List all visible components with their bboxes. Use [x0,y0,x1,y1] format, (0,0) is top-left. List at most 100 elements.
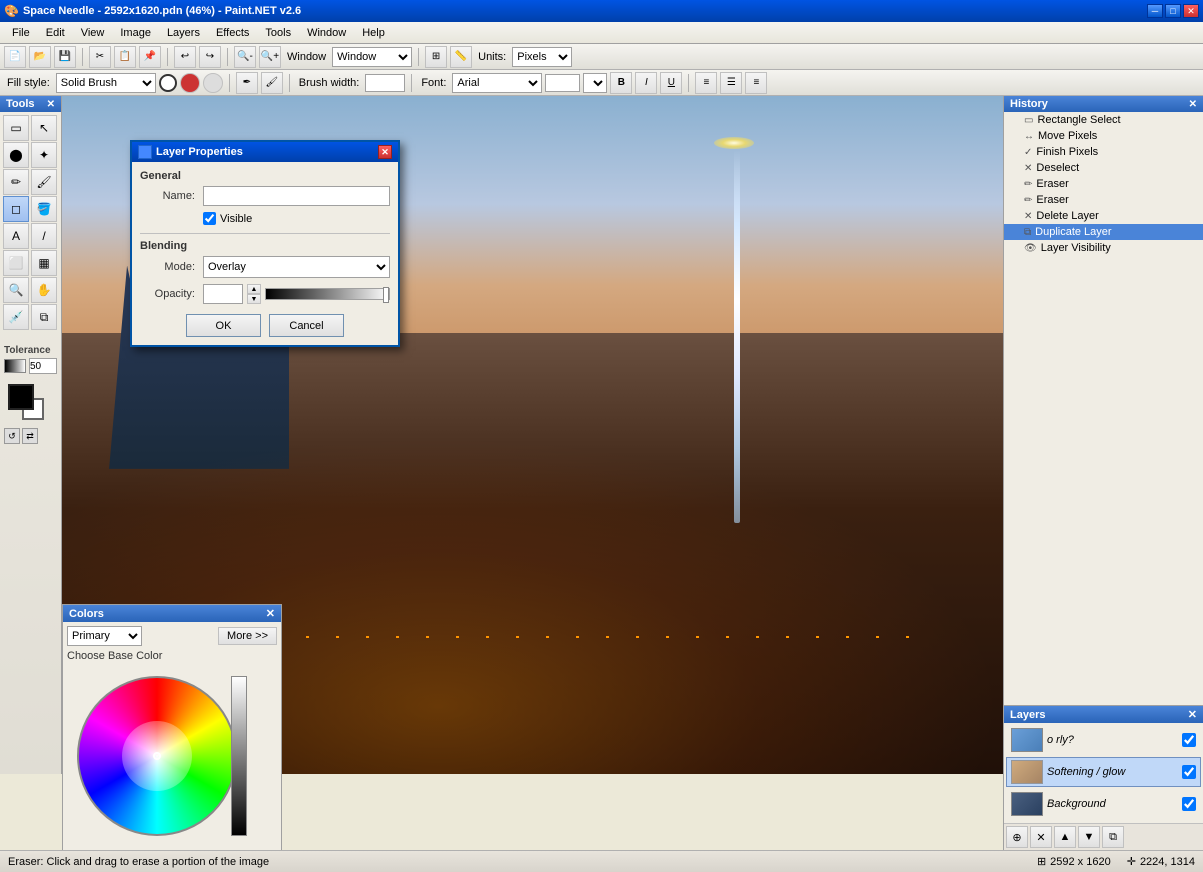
tool-gradient[interactable]: ▦ [31,250,57,276]
add-layer-btn[interactable]: ⊕ [1006,826,1028,848]
align-left-btn[interactable]: ≡ [695,72,717,94]
menu-help[interactable]: Help [354,25,393,41]
fill-options-btn[interactable] [159,74,177,92]
cut-btn[interactable]: ✂ [89,46,111,68]
open-btn[interactable]: 📂 [29,46,51,68]
maximize-btn[interactable]: □ [1165,4,1181,18]
minimize-btn[interactable]: ─ [1147,4,1163,18]
menu-effects[interactable]: Effects [208,25,257,41]
tool-move[interactable]: ↖ [31,115,57,141]
tool-lasso[interactable]: ⬤ [3,142,29,168]
paste-btn[interactable]: 📌 [139,46,161,68]
pen2-btn[interactable]: 🖌 [261,72,283,94]
fill-style-select[interactable]: Solid Brush [56,73,156,93]
tool-line[interactable]: / [31,223,57,249]
layer-item-orly[interactable]: o rly? [1006,725,1201,755]
opacity-up-btn[interactable]: ▲ [247,284,261,294]
menu-layers[interactable]: Layers [159,25,208,41]
layer-visible-orly[interactable] [1182,733,1196,747]
italic-btn[interactable]: I [635,72,657,94]
history-item-deselect[interactable]: ✕ Deselect [1004,160,1203,176]
cancel-button[interactable]: Cancel [269,314,344,337]
history-item-duplicate-layer[interactable]: ⧉ Duplicate Layer [1004,224,1203,240]
name-input[interactable]: Softening / glow [203,186,390,206]
layers-close-btn[interactable]: ✕ [1188,708,1197,721]
color2-btn[interactable] [203,73,223,93]
tool-pencil[interactable]: ✏ [3,169,29,195]
menu-file[interactable]: File [4,25,38,41]
move-layer-down-btn[interactable]: ▼ [1078,826,1100,848]
swap-colors-btn[interactable]: ⇄ [22,428,38,444]
history-close-btn[interactable]: ✕ [1189,99,1197,110]
delete-layer-btn[interactable]: ✕ [1030,826,1052,848]
dialog-close-btn[interactable]: ✕ [378,145,392,159]
history-item-eraser1[interactable]: ✏ Eraser [1004,176,1203,192]
tool-pan[interactable]: ✋ [31,277,57,303]
tolerance-input[interactable] [29,358,57,374]
opacity-input[interactable]: 255 [203,284,243,304]
history-list[interactable]: ▭ Rectangle Select ↔ Move Pixels ✓ Finis… [1004,112,1203,750]
tools-close[interactable]: ✕ [47,99,55,110]
primary-color-swatch[interactable] [8,384,34,410]
menu-view[interactable]: View [73,25,113,41]
brightness-slider[interactable] [231,676,247,836]
color-wheel[interactable] [77,676,237,836]
opacity-slider[interactable] [265,288,390,300]
ok-button[interactable]: OK [186,314,261,337]
history-item-move-pixels[interactable]: ↔ Move Pixels [1004,128,1203,144]
layer-visible-background[interactable] [1182,797,1196,811]
history-item-layer-visibility[interactable]: 👁 Layer Visibility [1004,240,1203,256]
undo-btn[interactable]: ↩ [174,46,196,68]
units-select[interactable]: Pixels [512,47,572,67]
dialog-title-bar[interactable]: Layer Properties ✕ [132,142,398,162]
bold-btn[interactable]: B [610,72,632,94]
tool-fill[interactable]: 🪣 [31,196,57,222]
redo-btn[interactable]: ↪ [199,46,221,68]
tool-eyedropper[interactable]: 💉 [3,304,29,330]
copy-btn[interactable]: 📋 [114,46,136,68]
menu-edit[interactable]: Edit [38,25,73,41]
tool-magic-wand[interactable]: ✦ [31,142,57,168]
reset-colors-btn[interactable]: ↺ [4,428,20,444]
menu-tools[interactable]: Tools [257,25,299,41]
tool-shape[interactable]: ⬜ [3,250,29,276]
tool-text[interactable]: A [3,223,29,249]
pen-btn[interactable]: ✒ [236,72,258,94]
menu-window[interactable]: Window [299,25,354,41]
opacity-down-btn[interactable]: ▼ [247,294,261,304]
mode-select[interactable]: Normal Multiply Screen Overlay Darken Li… [203,256,390,278]
tool-brush[interactable]: 🖌 [31,169,57,195]
tool-clone[interactable]: ⧉ [31,304,57,330]
history-item-rectangle-select[interactable]: ▭ Rectangle Select [1004,112,1203,128]
layer-item-background[interactable]: Background [1006,789,1201,819]
color-wheel-container[interactable] [67,666,247,846]
new-btn[interactable]: 📄 [4,46,26,68]
rulers-btn[interactable]: 📏 [450,46,472,68]
underline-btn[interactable]: U [660,72,682,94]
tool-zoom[interactable]: 🔍 [3,277,29,303]
more-button[interactable]: More >> [218,627,277,645]
menu-image[interactable]: Image [112,25,159,41]
grid-btn[interactable]: ⊞ [425,46,447,68]
primary-select[interactable]: Primary Secondary [67,626,142,646]
close-btn[interactable]: ✕ [1183,4,1199,18]
colors-close-btn[interactable]: ✕ [266,607,275,620]
font-select[interactable]: Arial [452,73,542,93]
history-item-eraser2[interactable]: ✏ Eraser [1004,192,1203,208]
tool-select[interactable]: ▭ [3,115,29,141]
zoom-in-btn[interactable]: 🔍+ [259,46,281,68]
font-size-select[interactable] [583,73,607,93]
save-btn[interactable]: 💾 [54,46,76,68]
brush-width-input[interactable]: 50 [365,74,405,92]
align-center-btn[interactable]: ☰ [720,72,742,94]
font-size-input[interactable]: 12 [545,74,580,92]
window-select[interactable]: Window [332,47,412,67]
history-item-delete-layer[interactable]: ✕ Delete Layer [1004,208,1203,224]
zoom-out-btn[interactable]: 🔍- [234,46,256,68]
duplicate-layer-btn[interactable]: ⧉ [1102,826,1124,848]
color1-btn[interactable] [180,73,200,93]
layer-item-softening[interactable]: Softening / glow [1006,757,1201,787]
align-right-btn[interactable]: ≡ [745,72,767,94]
move-layer-up-btn[interactable]: ▲ [1054,826,1076,848]
layer-visible-softening[interactable] [1182,765,1196,779]
